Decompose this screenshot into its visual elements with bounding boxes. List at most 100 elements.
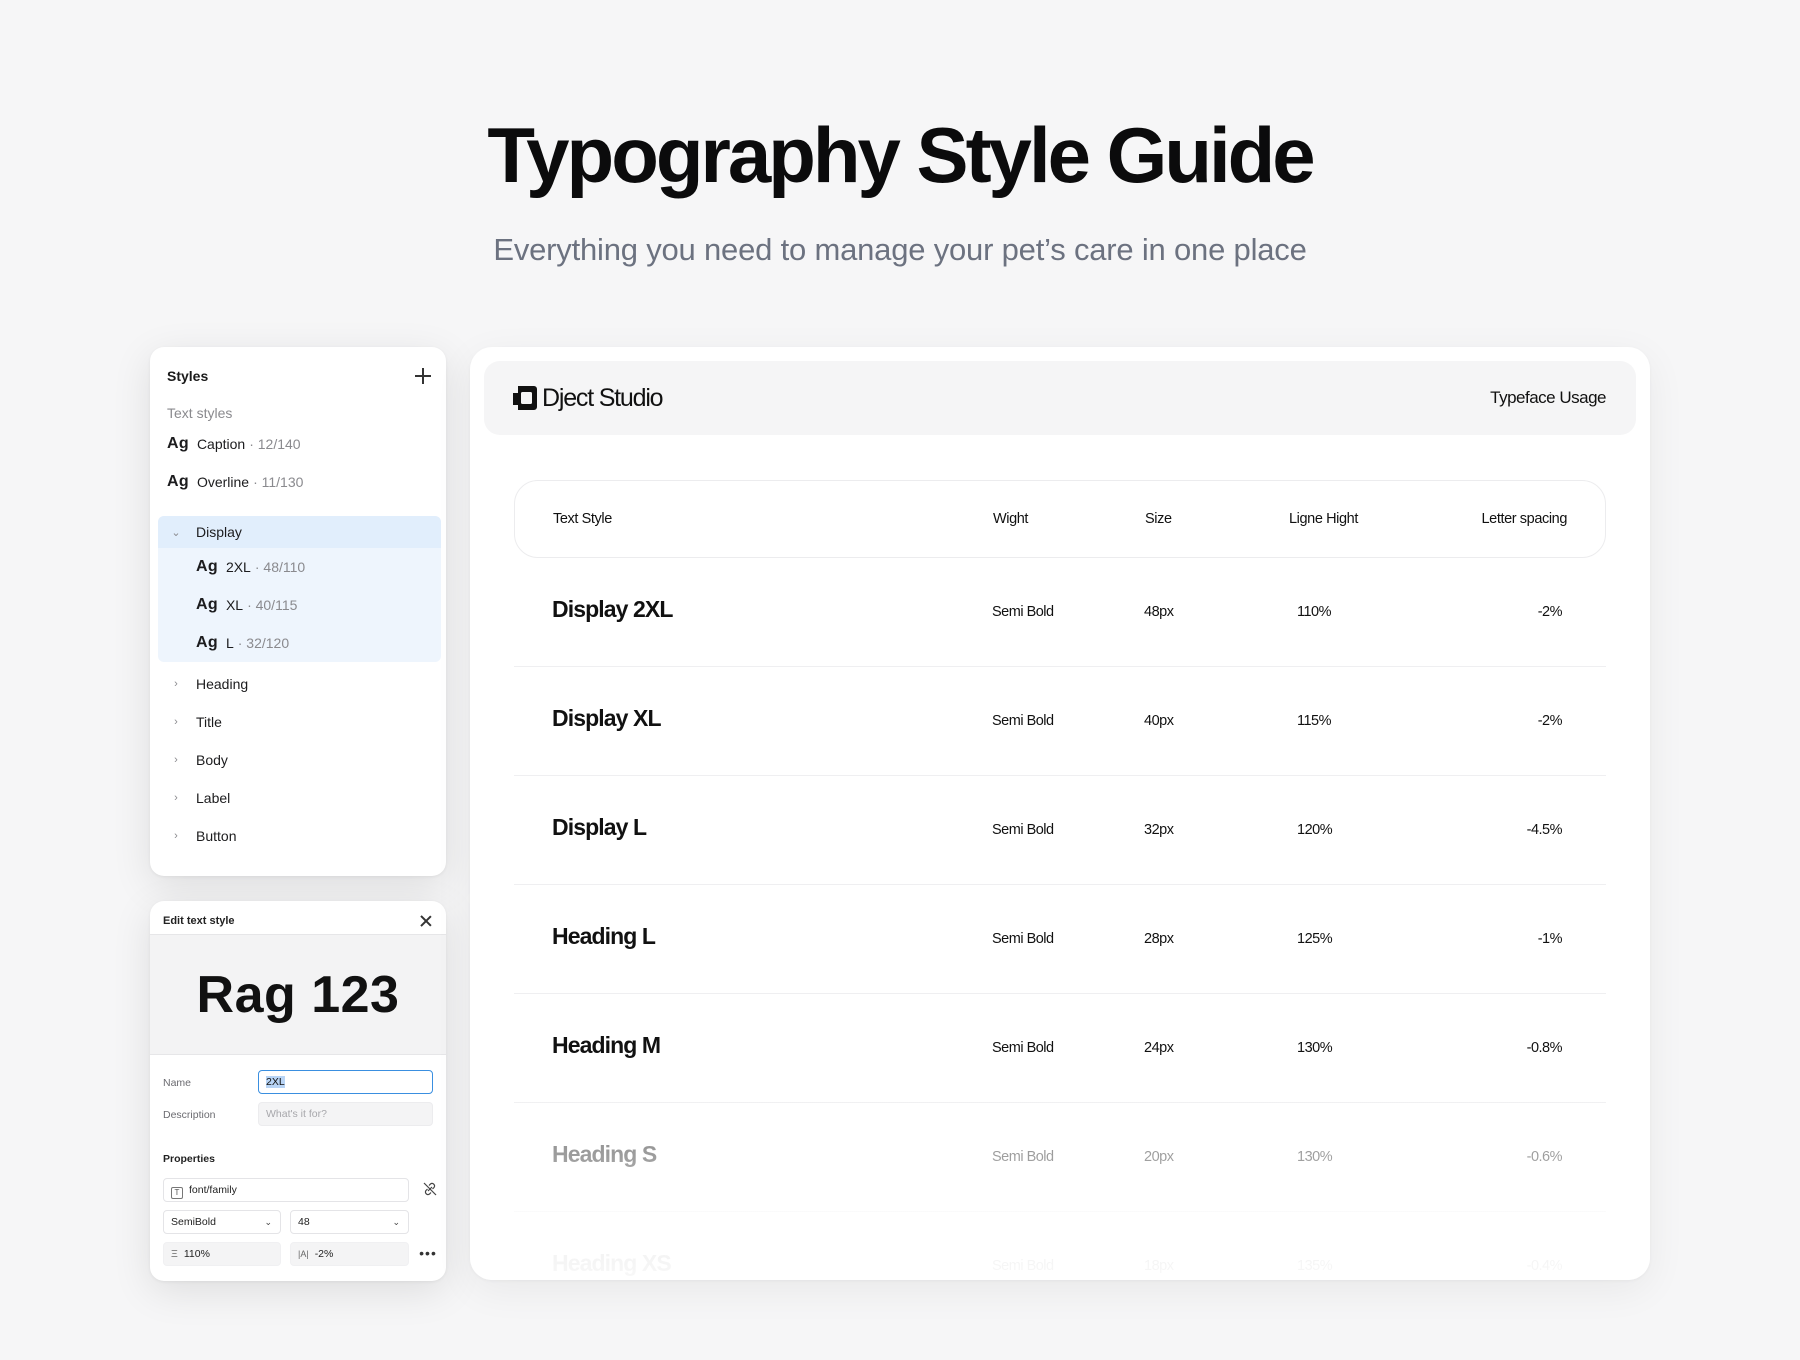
row-size: 28px: [1144, 931, 1174, 947]
style-group-label[interactable]: › Label: [158, 779, 441, 817]
row-style-name: Display L: [552, 814, 647, 840]
styles-header: Styles: [167, 361, 434, 391]
row-letter-spacing: -2%: [1537, 713, 1563, 729]
page-subtitle: Everything you need to manage your pet’s…: [493, 232, 1307, 267]
row-style-name: Heading XS: [552, 1250, 672, 1276]
table-row: Display L Semi Bold 32px 120% -4.5%: [514, 776, 1606, 885]
table-row: Heading L Semi Bold 28px 125% -1%: [514, 885, 1606, 994]
group-name: Heading: [196, 676, 249, 692]
style-item-display-l[interactable]: Ag L · 32/120: [158, 624, 441, 662]
row-size: 32px: [1144, 822, 1174, 838]
table-row: Display 2XL Semi Bold 48px 110% -2%: [514, 558, 1606, 667]
row-letter-spacing: -0.6%: [1526, 1149, 1563, 1165]
line-height-icon: Ξ: [171, 1248, 178, 1260]
chevron-right-icon: ›: [174, 678, 178, 690]
style-item-display-xl[interactable]: Ag XL · 40/115: [158, 586, 441, 624]
chevron-right-icon: ›: [174, 754, 178, 766]
row-line-height: 135%: [1297, 1258, 1333, 1274]
style-item-overline[interactable]: Ag Overline · 11/130: [158, 463, 441, 501]
table-header: Text Style Wight Size Ligne Hight Letter…: [514, 480, 1606, 558]
font-family-value: font/family: [189, 1184, 237, 1196]
ag-icon: Ag: [196, 558, 218, 575]
weight-select[interactable]: SemiBold ⌄: [163, 1210, 281, 1234]
style-meta: · 32/120: [237, 635, 290, 651]
style-group-button[interactable]: › Button: [158, 817, 441, 855]
description-label: Description: [163, 1109, 216, 1121]
size-select[interactable]: 48 ⌄: [290, 1210, 409, 1234]
brand-name: Dject Studio: [542, 383, 664, 412]
col-letter-spacing: Letter spacing: [1481, 511, 1568, 527]
col-text-style: Text Style: [553, 511, 612, 527]
font-family-field[interactable]: Tfont/family: [163, 1178, 409, 1202]
style-name: L: [225, 635, 234, 651]
typeface-usage-link[interactable]: Typeface Usage: [1490, 388, 1606, 408]
ag-icon: Ag: [167, 473, 189, 490]
group-name: Label: [196, 790, 231, 806]
close-icon[interactable]: [416, 911, 436, 931]
ag-icon: Ag: [167, 435, 189, 452]
chevron-right-icon: ›: [174, 792, 178, 804]
line-height-field[interactable]: Ξ 110%: [163, 1242, 281, 1266]
style-group-display[interactable]: ⌄ Display: [158, 516, 441, 548]
chevron-right-icon: ›: [174, 830, 178, 842]
name-field[interactable]: 2XL: [258, 1070, 433, 1094]
style-meta: · 11/130: [253, 474, 304, 490]
chevron-right-icon: ›: [174, 716, 178, 728]
row-line-height: 130%: [1297, 1040, 1333, 1056]
detach-link-icon[interactable]: [422, 1181, 438, 1197]
group-name: Button: [196, 828, 237, 844]
row-size: 48px: [1144, 604, 1174, 620]
row-style-name: Heading M: [552, 1032, 661, 1058]
row-weight: Semi Bold: [992, 931, 1054, 947]
size-value: 48: [298, 1216, 310, 1228]
name-value: 2XL: [266, 1076, 285, 1088]
style-name: Caption: [196, 436, 246, 452]
letter-spacing-icon: |A|: [298, 1249, 309, 1259]
row-line-height: 110%: [1297, 604, 1332, 620]
style-item-caption[interactable]: Ag Caption · 12/140: [158, 425, 441, 463]
row-size: 20px: [1144, 1149, 1174, 1165]
more-options-icon[interactable]: •••: [418, 1245, 438, 1261]
row-weight: Semi Bold: [992, 1040, 1054, 1056]
row-letter-spacing: -1%: [1537, 931, 1563, 947]
row-line-height: 125%: [1297, 931, 1333, 947]
style-meta: · 12/140: [249, 436, 301, 452]
add-style-icon[interactable]: [412, 365, 434, 387]
styles-panel: Styles Text styles Ag Caption · 12/140 A…: [150, 347, 446, 876]
style-item-display-2xl[interactable]: Ag 2XL · 48/110: [158, 548, 441, 586]
style-group-title[interactable]: › Title: [158, 703, 441, 741]
row-style-name: Heading S: [552, 1141, 657, 1167]
row-size: 40px: [1144, 713, 1174, 729]
chevron-down-icon: ⌄: [264, 1217, 272, 1227]
row-weight: Semi Bold: [992, 1258, 1054, 1274]
table-row: Heading M Semi Bold 24px 130% -0.8%: [514, 994, 1606, 1103]
row-style-name: Display 2XL: [552, 596, 673, 622]
text-icon: T: [171, 1187, 183, 1199]
card-header: Dject Studio Typeface Usage: [484, 361, 1636, 435]
name-label: Name: [163, 1077, 192, 1089]
description-field[interactable]: What's it for?: [258, 1102, 433, 1126]
row-weight: Semi Bold: [992, 604, 1054, 620]
col-line-height: Ligne Hight: [1289, 511, 1358, 527]
style-name: Overline: [196, 474, 250, 490]
style-group-body[interactable]: › Body: [158, 741, 441, 779]
page-title: Typography Style Guide: [487, 111, 1315, 199]
chevron-down-icon: ⌄: [392, 1217, 400, 1227]
ag-icon: Ag: [196, 596, 218, 613]
brand-logo[interactable]: Dject Studio: [512, 383, 664, 413]
row-style-name: Display XL: [552, 705, 662, 731]
style-meta: · 48/110: [254, 559, 306, 575]
properties-label: Properties: [163, 1153, 215, 1165]
row-letter-spacing: -4.5%: [1526, 822, 1563, 838]
row-style-name: Heading L: [552, 923, 656, 949]
line-height-value: 110%: [183, 1248, 210, 1260]
ag-icon: Ag: [196, 634, 218, 651]
style-group-heading[interactable]: › Heading: [158, 665, 441, 703]
letter-spacing-field[interactable]: |A| -2%: [290, 1242, 409, 1266]
typeface-usage-card: Dject Studio Typeface Usage Text Style W…: [470, 347, 1650, 1280]
edit-panel-title: Edit text style: [163, 915, 235, 927]
style-name: 2XL: [225, 559, 251, 575]
group-name: Display: [196, 524, 242, 540]
row-line-height: 120%: [1297, 822, 1333, 838]
table-row: Heading XS Semi Bold 18px 135% -0.4%: [514, 1212, 1606, 1280]
